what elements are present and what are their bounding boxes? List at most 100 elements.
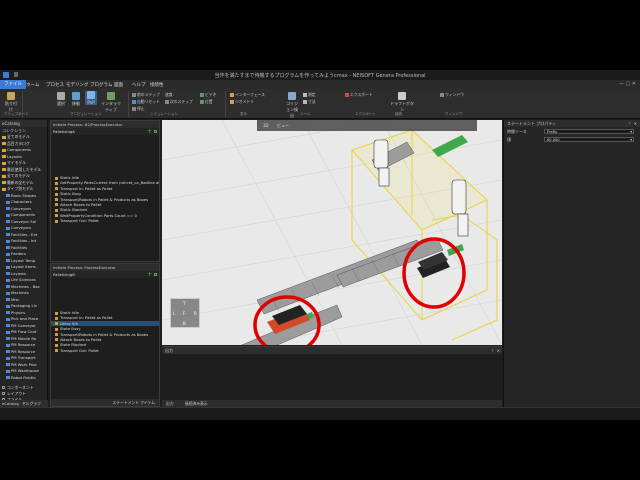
process-panel-1-blank: [51, 135, 159, 175]
view-button[interactable]: ビュー: [277, 123, 289, 129]
interactive-button[interactable]: インタラクティブ: [100, 92, 122, 113]
tab-ecatalog[interactable]: eCatalog: [2, 401, 19, 406]
3d-viewport[interactable]: 3D ビュー T L F R B: [162, 120, 502, 345]
close-icon[interactable]: ✕: [497, 347, 500, 354]
dimension-button[interactable]: 寸法: [303, 99, 316, 105]
menu-program[interactable]: プログラム: [90, 82, 112, 88]
statement-icon: [55, 311, 58, 315]
ribbon-separator: [128, 91, 129, 117]
window-controls-icon[interactable]: — ▢ ✕: [619, 81, 636, 87]
time-source-select[interactable]: Prefix ▾: [544, 129, 634, 134]
menu-file[interactable]: ファイル: [0, 80, 26, 89]
clipboard-icon: [7, 92, 15, 100]
prev-step-button[interactable]: 前のステップ: [132, 92, 160, 98]
folder-icon: [6, 317, 10, 321]
folder-icon: [6, 324, 10, 327]
properties-header: ステートメント プロパティ ⊺ ✕: [504, 120, 640, 127]
statement-icon: [55, 338, 58, 342]
grid-view-icon[interactable]: [154, 130, 157, 133]
speed-label: 速度:: [165, 92, 174, 97]
group-tools: ツール: [300, 112, 311, 116]
menu-drawing[interactable]: 図面: [114, 82, 123, 88]
folder-icon: [6, 194, 10, 197]
process-panel-2-blank: [51, 278, 159, 310]
folder-icon: [6, 265, 10, 269]
process-panel-1-toolbar: PalletizingA +: [51, 128, 159, 135]
process-panel-2: Initiate Process: ProcessExecutor Pallet…: [50, 263, 160, 407]
collision-detect-button[interactable]: コリジョン検出: [285, 92, 299, 119]
position-button[interactable]: 位置: [200, 99, 213, 105]
folder-icon: [6, 337, 10, 340]
folder-icon: [6, 304, 10, 308]
cube-top-label: T: [183, 301, 186, 306]
stop-button[interactable]: 停止: [132, 106, 145, 112]
group-display: 表示: [240, 112, 247, 116]
statement-icon: [55, 187, 58, 191]
folder-icon: [2, 142, 6, 145]
draft-button[interactable]: ドラフトボタン: [390, 92, 414, 113]
video-button[interactable]: ビデオ: [200, 92, 216, 98]
move-button[interactable]: 移動: [70, 92, 82, 107]
ribbon-separator: [225, 91, 226, 117]
pnp-button[interactable]: PnP: [85, 91, 97, 105]
close-icon[interactable]: ✕: [634, 120, 637, 127]
statement-item[interactable]: Transport Out: Pallet: [51, 348, 159, 353]
view-3d-button[interactable]: 3D: [263, 123, 269, 128]
move-icon: [72, 92, 80, 100]
process-panel-1-title: Initiate Process: #2/ProcessExecutor: [51, 121, 159, 128]
pin-icon[interactable]: ⊺: [629, 120, 631, 127]
folder-icon: [6, 330, 10, 334]
window-title: 当作を満たすまで待機するプログラムを作ってみようcmax - NEISOFT G…: [214, 73, 426, 79]
left-dock-tabs: eCatalog セルグラフ: [0, 400, 48, 407]
output-header: 出力 ⊺ ✕: [162, 347, 502, 354]
process-panel-1: Initiate Process: #2/ProcessExecutor Pal…: [50, 120, 160, 262]
folder-icon: [6, 213, 10, 217]
export-button[interactable]: エクスポート: [345, 92, 373, 98]
statement-icon: [55, 316, 58, 320]
statement-icon: [55, 333, 58, 337]
viewport-toolbar: 3D ビュー: [257, 120, 477, 131]
geometry-button[interactable]: ジオメトリ: [230, 99, 254, 105]
menu-help[interactable]: ヘルプ: [132, 82, 146, 88]
folder-icon: [6, 233, 10, 236]
window-button[interactable]: ウィンドウ: [440, 92, 464, 98]
tab-output[interactable]: 出力: [166, 401, 174, 406]
grid-view-icon[interactable]: [154, 273, 157, 276]
statement-icon: [55, 349, 58, 353]
pin-icon[interactable]: ⊺: [492, 347, 494, 354]
scene-graphic: [162, 120, 502, 345]
folder-icon: [2, 168, 6, 171]
statement-properties-panel: ステートメント プロパティ ⊺ ✕ 時間ソース Prefix ▾ 値 60.000…: [503, 120, 640, 407]
paste-button[interactable]: 貼り付け: [4, 92, 18, 113]
folder-icon: [6, 285, 10, 288]
add-statement-icon[interactable]: +: [147, 271, 152, 278]
ribbon: 貼り付け 選択 移動 PnP インタラクティブ 前のステップ 自動リセット 停止…: [0, 89, 640, 119]
cube-right-label: R: [194, 311, 197, 316]
add-statement-icon[interactable]: +: [147, 128, 152, 135]
draft-icon: [398, 92, 406, 100]
menu-process[interactable]: プロセス: [46, 82, 64, 88]
interactive-icon: [107, 92, 115, 100]
measure-button[interactable]: 測定: [303, 92, 316, 98]
tab-connected-view[interactable]: 接続済み表示: [185, 401, 208, 406]
interface-button[interactable]: インターフェース: [230, 92, 265, 98]
statement-list-1: Static Idle GetProperty PartsCurrent from…: [51, 175, 159, 224]
folder-icon: [2, 174, 6, 178]
cube-bottom-label: B: [183, 321, 186, 326]
output-tabs: 出力 接続済み表示: [162, 400, 502, 407]
select-button[interactable]: 選択: [55, 92, 67, 107]
tree-node[interactable]: Robot Positio: [0, 375, 48, 382]
ecatalog-header: eCatalog: [0, 120, 47, 127]
property-value: 値 60.000 ▾: [507, 137, 634, 142]
menu-home[interactable]: ホーム: [26, 82, 39, 88]
statement-item[interactable]: Transport Out: Pallet: [51, 218, 159, 223]
menu-connectivity[interactable]: 接続性: [150, 82, 164, 88]
next-step-button[interactable]: 次のステップ: [165, 99, 193, 105]
value-input[interactable]: 60.000 ▾: [544, 137, 634, 142]
view-cube-widget[interactable]: T L F R B: [170, 298, 200, 328]
statement-icon: [55, 198, 58, 202]
auto-reset-checkbox[interactable]: 自動リセット: [132, 99, 160, 105]
menu-modeling[interactable]: モデリング: [66, 82, 89, 88]
cube-front-label: F: [183, 311, 186, 316]
folder-icon: [6, 259, 10, 262]
